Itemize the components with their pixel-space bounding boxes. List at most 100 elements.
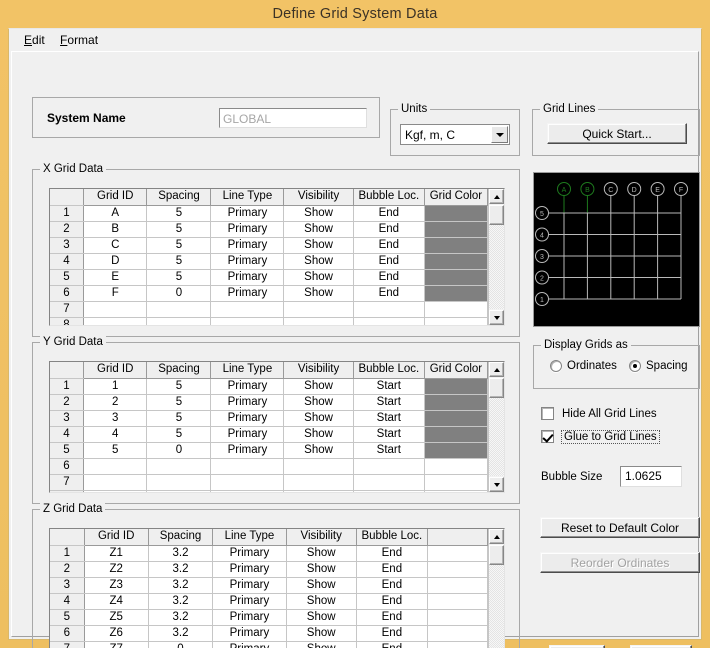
z-grid-table[interactable]: Grid ID Spacing Line Type Visibility Bub… bbox=[50, 529, 488, 648]
y-col-spacing[interactable]: Spacing bbox=[146, 362, 212, 379]
y-grid-scroll-thumb[interactable] bbox=[489, 378, 504, 398]
x-col-spacing[interactable]: Spacing bbox=[146, 189, 212, 206]
y-cell-bubble-loc[interactable]: Start bbox=[353, 378, 425, 395]
y-cell-grid-color[interactable] bbox=[424, 394, 489, 411]
y-cell-spacing[interactable]: 5 bbox=[146, 410, 212, 427]
x-cell-visibility[interactable]: Show bbox=[283, 237, 354, 254]
z-cell-bubble-loc[interactable]: End bbox=[356, 545, 429, 562]
y-row-number[interactable]: 6 bbox=[50, 458, 84, 475]
z-cell-grid-color[interactable] bbox=[427, 593, 488, 610]
z-cell-grid-id[interactable]: Z5 bbox=[84, 609, 149, 626]
z-cell-spacing[interactable]: 0 bbox=[148, 641, 214, 648]
y-cell-line-type[interactable] bbox=[210, 490, 285, 492]
x-col-visibility[interactable]: Visibility bbox=[283, 189, 354, 206]
y-col-visibility[interactable]: Visibility bbox=[283, 362, 354, 379]
scroll-up-icon[interactable] bbox=[489, 529, 504, 544]
x-cell-grid-color[interactable] bbox=[424, 285, 489, 302]
z-row-number[interactable]: 2 bbox=[50, 561, 85, 578]
scroll-down-icon[interactable] bbox=[489, 477, 504, 492]
y-cell-spacing[interactable]: 0 bbox=[146, 442, 212, 459]
y-cell-spacing[interactable] bbox=[146, 458, 212, 475]
y-grid-scrollbar[interactable] bbox=[488, 362, 504, 492]
z-cell-bubble-loc[interactable]: End bbox=[356, 561, 429, 578]
y-cell-grid-color[interactable] bbox=[424, 458, 489, 475]
y-cell-grid-color[interactable] bbox=[424, 426, 489, 443]
x-cell-grid-color[interactable] bbox=[424, 221, 489, 238]
y-cell-spacing[interactable]: 5 bbox=[146, 426, 212, 443]
y-cell-bubble-loc[interactable] bbox=[353, 458, 425, 475]
x-cell-visibility[interactable]: Show bbox=[283, 269, 354, 286]
x-cell-visibility[interactable] bbox=[283, 317, 354, 325]
y-row-number[interactable]: 8 bbox=[50, 490, 84, 492]
x-cell-spacing[interactable]: 5 bbox=[146, 221, 212, 238]
x-cell-visibility[interactable]: Show bbox=[283, 285, 354, 302]
x-cell-visibility[interactable]: Show bbox=[283, 221, 354, 238]
x-cell-visibility[interactable]: Show bbox=[283, 253, 354, 270]
y-cell-grid-id[interactable]: 5 bbox=[83, 442, 148, 459]
y-col-bubble-loc[interactable]: Bubble Loc. bbox=[353, 362, 425, 379]
z-cell-spacing[interactable]: 3.2 bbox=[148, 593, 214, 610]
y-cell-bubble-loc[interactable]: Start bbox=[353, 426, 425, 443]
x-cell-spacing[interactable] bbox=[146, 317, 212, 325]
y-cell-grid-color[interactable] bbox=[424, 410, 489, 427]
z-cell-spacing[interactable]: 3.2 bbox=[148, 545, 214, 562]
z-cell-grid-color[interactable] bbox=[427, 561, 488, 578]
y-row-number[interactable]: 2 bbox=[50, 394, 84, 411]
quick-start-button[interactable]: Quick Start... bbox=[547, 123, 687, 144]
x-row-number[interactable]: 6 bbox=[50, 285, 84, 302]
y-row-number[interactable]: 4 bbox=[50, 426, 84, 443]
z-row-number[interactable]: 1 bbox=[50, 545, 85, 562]
x-cell-spacing[interactable]: 5 bbox=[146, 269, 212, 286]
y-cell-line-type[interactable]: Primary bbox=[210, 442, 285, 459]
x-cell-line-type[interactable]: Primary bbox=[210, 253, 285, 270]
radio-spacing[interactable]: Spacing bbox=[629, 360, 688, 372]
x-cell-spacing[interactable]: 5 bbox=[146, 237, 212, 254]
y-cell-line-type[interactable] bbox=[210, 458, 285, 475]
x-row-number[interactable]: 8 bbox=[50, 317, 84, 325]
x-cell-grid-color[interactable] bbox=[424, 205, 489, 222]
chevron-down-icon[interactable] bbox=[491, 126, 508, 143]
y-cell-spacing[interactable]: 5 bbox=[146, 394, 212, 411]
table-row[interactable]: 6 Z6 3.2 Primary Show End bbox=[50, 625, 488, 642]
x-cell-visibility[interactable]: Show bbox=[283, 205, 354, 222]
x-row-number[interactable]: 4 bbox=[50, 253, 84, 270]
y-grid-scroll-track[interactable] bbox=[489, 378, 504, 476]
x-row-number[interactable]: 7 bbox=[50, 301, 84, 318]
scroll-up-icon[interactable] bbox=[489, 189, 504, 204]
y-cell-line-type[interactable]: Primary bbox=[210, 410, 285, 427]
x-cell-line-type[interactable] bbox=[210, 317, 285, 325]
z-grid-scroll-track[interactable] bbox=[489, 545, 504, 648]
x-cell-grid-color[interactable] bbox=[424, 269, 489, 286]
table-row[interactable]: 6 bbox=[50, 458, 489, 475]
table-row[interactable]: 2 B 5 Primary Show End bbox=[50, 221, 489, 238]
checkbox-glue-to-grid-lines[interactable]: Glue to Grid Lines bbox=[541, 429, 660, 444]
menu-item-edit[interactable]: Edit bbox=[19, 32, 52, 48]
z-cell-grid-id[interactable]: Z2 bbox=[84, 561, 149, 578]
z-cell-line-type[interactable]: Primary bbox=[212, 593, 287, 610]
x-cell-grid-id[interactable]: D bbox=[83, 253, 148, 270]
x-col-bubble-loc[interactable]: Bubble Loc. bbox=[353, 189, 425, 206]
x-col-line-type[interactable]: Line Type bbox=[210, 189, 285, 206]
z-row-number[interactable]: 3 bbox=[50, 577, 85, 594]
y-cell-spacing[interactable]: 5 bbox=[146, 378, 212, 395]
bubble-size-input[interactable]: 1.0625 bbox=[620, 466, 682, 487]
x-row-number[interactable]: 2 bbox=[50, 221, 84, 238]
y-cell-spacing[interactable] bbox=[146, 490, 212, 492]
z-row-number[interactable]: 7 bbox=[50, 641, 85, 648]
units-dropdown[interactable]: Kgf, m, C bbox=[400, 124, 510, 145]
y-cell-grid-color[interactable] bbox=[424, 378, 489, 395]
z-col-bubble-loc[interactable]: Bubble Loc. bbox=[356, 529, 429, 546]
y-cell-line-type[interactable] bbox=[210, 474, 285, 491]
z-cell-line-type[interactable]: Primary bbox=[212, 561, 287, 578]
z-col-visibility[interactable]: Visibility bbox=[286, 529, 357, 546]
z-row-number[interactable]: 5 bbox=[50, 609, 85, 626]
x-cell-grid-color[interactable] bbox=[424, 237, 489, 254]
y-cell-line-type[interactable]: Primary bbox=[210, 394, 285, 411]
z-cell-spacing[interactable]: 3.2 bbox=[148, 625, 214, 642]
z-cell-visibility[interactable]: Show bbox=[286, 625, 357, 642]
y-cell-grid-color[interactable] bbox=[424, 490, 489, 492]
radio-ordinates-icon[interactable] bbox=[550, 360, 562, 372]
z-cell-spacing[interactable]: 3.2 bbox=[148, 561, 214, 578]
x-cell-line-type[interactable]: Primary bbox=[210, 221, 285, 238]
x-cell-line-type[interactable] bbox=[210, 301, 285, 318]
